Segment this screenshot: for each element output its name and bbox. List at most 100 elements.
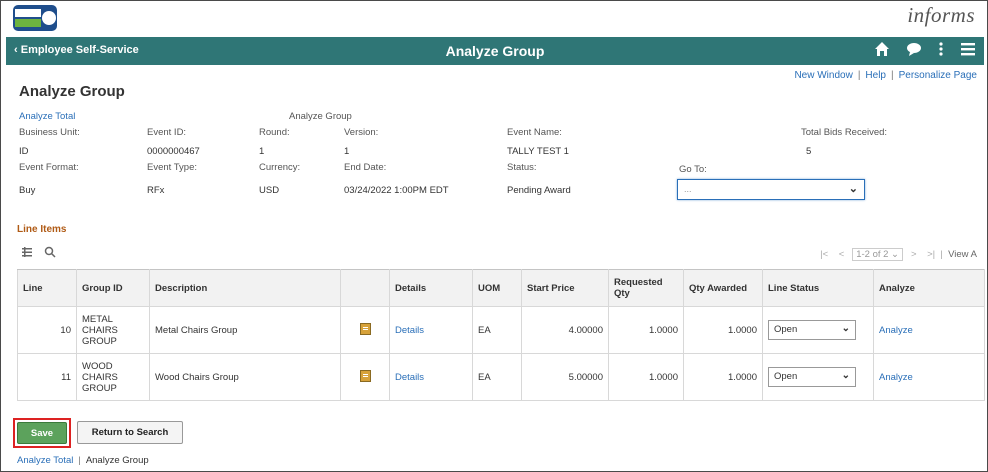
line-status-cell: Open ⌄ (762, 306, 874, 354)
row-range-select[interactable]: 1-2 of 2 ⌄ (852, 248, 904, 261)
personalize-grid-icon[interactable] (21, 247, 36, 261)
line-status-cell: Open ⌄ (762, 353, 874, 401)
version-value: 1 (344, 146, 350, 157)
business-unit-label: Business Unit: (19, 127, 80, 138)
details-cell: Details (389, 306, 473, 354)
new-window-link[interactable]: New Window (794, 70, 852, 81)
footer-analyze-group-label: Analyze Group (85, 455, 149, 466)
personalize-page-link[interactable]: Personalize Page (899, 70, 977, 81)
business-unit-value: ID (19, 146, 29, 157)
app-frame: informs ‹ Employee Self-Service Analyze … (0, 0, 988, 472)
menu-icon[interactable] (960, 41, 976, 63)
chevron-down-icon: ⌄ (841, 323, 850, 334)
analyze-group-label: Analyze Group (289, 111, 352, 122)
page-title: Analyze Group (19, 83, 125, 100)
line-status-value: Open (774, 371, 798, 382)
document-icon[interactable] (359, 369, 371, 382)
column-header-requested-qty[interactable]: Requested Qty (608, 269, 684, 307)
group-id-line: WOOD (82, 360, 113, 372)
description-cell: Wood Chairs Group (149, 353, 341, 401)
column-header-group-id[interactable]: Group ID (76, 269, 150, 307)
analyze-total-link[interactable]: Analyze Total (19, 111, 75, 122)
round-value: 1 (259, 146, 265, 157)
group-id-line: GROUP (82, 382, 117, 394)
page-action-links: New Window | Help | Personalize Page (794, 70, 977, 81)
analyze-link[interactable]: Analyze (879, 325, 913, 336)
grid-toolbar (21, 246, 56, 261)
save-button[interactable]: Save (17, 422, 67, 444)
uom-cell: EA (472, 306, 522, 354)
round-label: Round: (259, 127, 290, 138)
status-label: Status: (507, 162, 537, 173)
first-page-button[interactable]: |< (820, 249, 828, 260)
home-icon[interactable] (874, 41, 890, 63)
search-icon[interactable] (44, 246, 56, 261)
table-row: 10 METAL CHAIRS GROUP Metal Chairs Group D… (17, 306, 985, 354)
column-header-analyze[interactable]: Analyze (873, 269, 985, 307)
qty-awarded-cell: 1.0000 (683, 353, 763, 401)
line-items-table: Line Group ID Description Details UOM St… (17, 269, 985, 401)
chevron-down-icon: ⌄ (848, 183, 858, 195)
column-header-details[interactable]: Details (389, 269, 473, 307)
column-header-qty-awarded[interactable]: Qty Awarded (683, 269, 763, 307)
back-link-employee-self-service[interactable]: ‹ Employee Self-Service (14, 44, 139, 56)
line-items-header: Line Items (17, 224, 67, 235)
help-link[interactable]: Help (865, 70, 886, 81)
attachment-cell (340, 306, 390, 354)
description-cell: Metal Chairs Group (149, 306, 341, 354)
chat-icon[interactable] (906, 41, 922, 63)
go-to-label: Go To: (679, 164, 707, 175)
column-header-uom[interactable]: UOM (472, 269, 522, 307)
group-id-cell: METAL CHAIRS GROUP (76, 306, 150, 354)
go-to-select[interactable]: ... ⌄ (677, 179, 865, 200)
event-name-label: Event Name: (507, 127, 562, 138)
miami-dade-logo (13, 5, 57, 31)
total-bids-value: 5 (806, 146, 812, 157)
event-format-label: Event Format: (19, 162, 79, 173)
event-format-value: Buy (19, 185, 36, 196)
navbar-title: Analyze Group (445, 43, 545, 59)
requested-qty-cell: 1.0000 (608, 353, 684, 401)
table-header-row: Line Group ID Description Details UOM St… (17, 269, 985, 307)
grid-pager: |< < 1-2 of 2 ⌄ > >| | View A (820, 248, 977, 261)
end-date-label: End Date: (344, 162, 387, 173)
details-link[interactable]: Details (395, 325, 424, 336)
currency-label: Currency: (259, 162, 301, 173)
line-status-select[interactable]: Open ⌄ (768, 367, 856, 387)
column-header-description[interactable]: Description (149, 269, 341, 307)
document-icon[interactable] (359, 322, 371, 335)
details-cell: Details (389, 353, 473, 401)
line-status-select[interactable]: Open ⌄ (768, 320, 856, 340)
go-to-selected-value: ... (684, 184, 692, 194)
column-header-line-status[interactable]: Line Status (762, 269, 874, 307)
footer-breadcrumb: Analyze Total | Analyze Group (17, 455, 149, 466)
start-price-cell: 4.00000 (521, 306, 609, 354)
prev-page-button[interactable]: < (839, 249, 845, 260)
row-range-value: 1-2 of 2 (856, 249, 889, 260)
footer-analyze-total-link[interactable]: Analyze Total (17, 455, 73, 466)
top-brand-bar: informs (1, 1, 987, 35)
next-page-button[interactable]: > (911, 249, 917, 260)
event-id-value: 0000000467 (147, 146, 200, 157)
qty-awarded-cell: 1.0000 (683, 306, 763, 354)
chevron-down-icon: ⌄ (841, 370, 850, 381)
total-bids-label: Total Bids Received: (801, 127, 888, 138)
table-row: 11 WOOD CHAIRS GROUP Wood Chairs Group Det… (17, 353, 985, 401)
analyze-cell: Analyze (873, 306, 985, 354)
group-id-line: METAL (82, 313, 113, 325)
navbar-icons (874, 41, 976, 63)
column-header-start-price[interactable]: Start Price (521, 269, 609, 307)
line-number: 10 (17, 306, 77, 354)
group-id-line: GROUP (82, 335, 117, 347)
analyze-link[interactable]: Analyze (879, 372, 913, 383)
details-link[interactable]: Details (395, 372, 424, 383)
version-label: Version: (344, 127, 379, 138)
view-all-link[interactable]: View A (948, 249, 977, 260)
last-page-button[interactable]: >| (927, 249, 935, 260)
line-number: 11 (17, 353, 77, 401)
status-value: Pending Award (507, 185, 571, 196)
more-vertical-icon[interactable] (938, 41, 944, 63)
group-id-line: CHAIRS (82, 324, 118, 336)
return-to-search-button[interactable]: Return to Search (77, 421, 183, 444)
column-header-line[interactable]: Line (17, 269, 77, 307)
